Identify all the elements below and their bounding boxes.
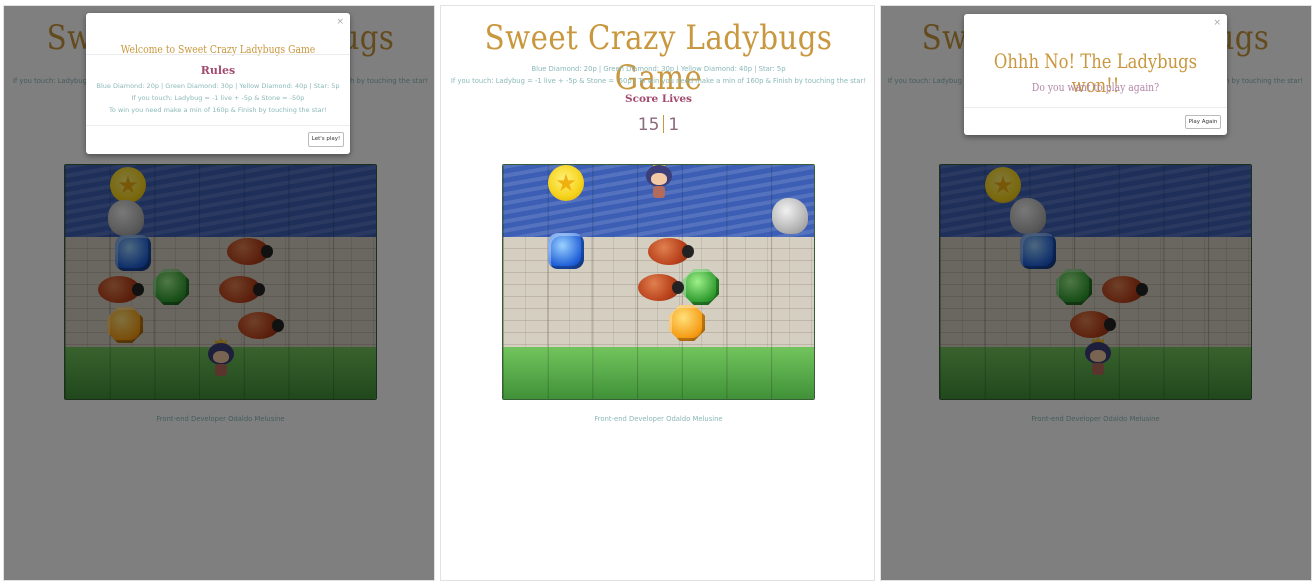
modal-subtitle: Do you want to play again? [1031, 81, 1160, 94]
divider [964, 107, 1227, 108]
score-lives-values: 15 1 [441, 115, 874, 135]
close-icon[interactable]: × [1213, 18, 1221, 28]
score-lives-label: Score Lives [625, 93, 692, 105]
lose-modal: × Ohhh No! The Ladybugs won!! Do you wan… [964, 14, 1227, 135]
rules-text: If you touch: Ladybug = -1 live + -5p & … [450, 77, 867, 85]
lives-value: 1 [668, 115, 680, 135]
rules-points-text: Blue Diamond: 20p | Green Diamond: 30p |… [531, 65, 786, 73]
player-princess-icon [644, 165, 674, 200]
panel-gameplay: Sweet Crazy Ladybugs Game Blue Diamond: … [440, 5, 875, 581]
divider [86, 125, 350, 126]
rules-line: Blue Diamond: 20p | Green Diamond: 30p |… [96, 82, 340, 90]
yellow-diamond-icon [669, 305, 705, 341]
divider [86, 54, 350, 55]
rules-line: If you touch: Ladybug = -1 live + -5p & … [131, 94, 305, 102]
lets-play-button[interactable]: Let's play! [308, 132, 344, 147]
play-again-button[interactable]: Play Again [1185, 115, 1221, 129]
ladybug-icon [638, 274, 684, 301]
welcome-rules-modal: × Welcome to Sweet Crazy Ladybugs Game R… [86, 13, 350, 154]
divider [663, 115, 665, 133]
close-icon[interactable]: × [336, 17, 344, 27]
game-title: Sweet Crazy Ladybugs Game [484, 18, 833, 98]
star-icon: ★ [548, 165, 584, 201]
ladybug-icon [648, 238, 694, 265]
blue-diamond-icon [548, 233, 584, 269]
footer-credit: Front-end Developer Odaldo Melusine [594, 415, 723, 423]
green-diamond-icon [683, 269, 719, 305]
stone-icon [772, 198, 808, 234]
grass-lane [503, 347, 814, 399]
rules-line: To win you need make a min of 160p & Fin… [109, 106, 327, 114]
score-value: 15 [637, 115, 660, 135]
game-board: ★ [502, 164, 815, 400]
rules-heading: Rules [200, 64, 236, 77]
